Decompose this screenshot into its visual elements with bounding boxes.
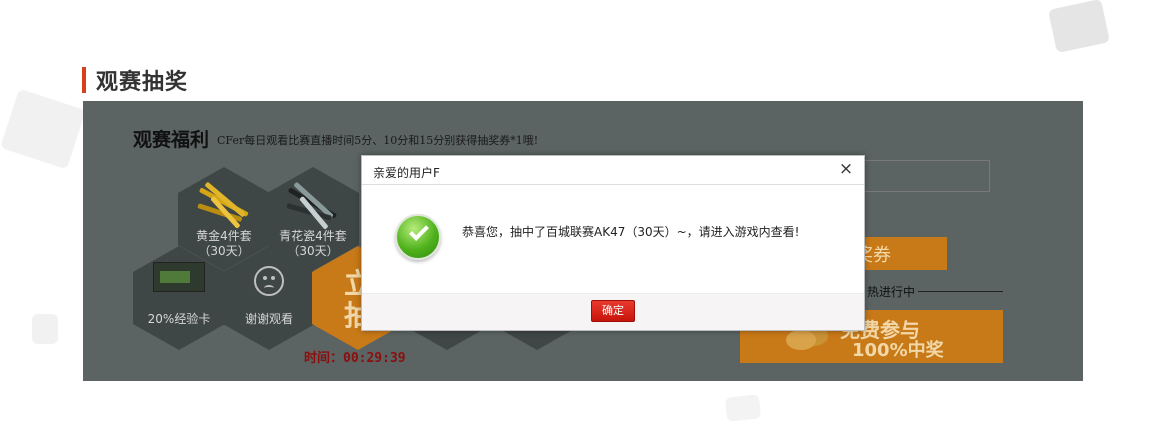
close-icon[interactable]: × xyxy=(837,161,855,179)
dialog-footer: 确定 xyxy=(362,293,864,330)
welfare-subtitle: CFer每日观看比赛直播时间5分、10分和15分别获得抽奖券*1哦! xyxy=(217,134,539,147)
dialog-header: 亲爱的用户F × xyxy=(362,156,864,185)
dialog-title: 亲爱的用户F xyxy=(373,166,440,180)
decor-cube xyxy=(32,314,58,344)
decor-cube xyxy=(1048,0,1110,54)
code-input[interactable] xyxy=(853,160,990,192)
coins-icon xyxy=(786,330,816,350)
hot-status-label: 热进行中 xyxy=(864,283,919,300)
decor-cube xyxy=(724,394,762,422)
prize-name: 谢谢观看 xyxy=(244,312,293,326)
success-check-icon xyxy=(395,214,441,260)
welfare-title: 观赛福利 xyxy=(133,129,210,151)
prize-name: 黄金4件套 xyxy=(196,229,252,243)
confirm-button[interactable]: 确定 xyxy=(591,300,635,322)
section-header: 观赛抽奖 xyxy=(82,66,189,95)
section-accent-bar xyxy=(82,67,86,93)
sad-face-icon xyxy=(254,266,284,296)
countdown-timer: 时间：00:29:39 xyxy=(304,351,406,366)
dialog-message: 恭喜您，抽中了百城联赛AK47（30天）~，请进入游戏内查看! xyxy=(462,225,800,239)
prize-name: 20%经验卡 xyxy=(147,312,211,326)
prize-name: 青花瓷4件套 xyxy=(279,229,347,243)
porcelain-weapons-icon xyxy=(285,177,345,230)
banner-subtitle: 100%中奖 xyxy=(852,340,944,361)
gold-weapons-icon xyxy=(196,177,256,229)
prize-dialog: 亲爱的用户F × 恭喜您，抽中了百城联赛AK47（30天）~，请进入游戏内查看!… xyxy=(361,155,865,331)
exp-card-icon xyxy=(153,262,205,292)
decor-cube xyxy=(0,88,86,170)
section-title: 观赛抽奖 xyxy=(96,70,189,95)
